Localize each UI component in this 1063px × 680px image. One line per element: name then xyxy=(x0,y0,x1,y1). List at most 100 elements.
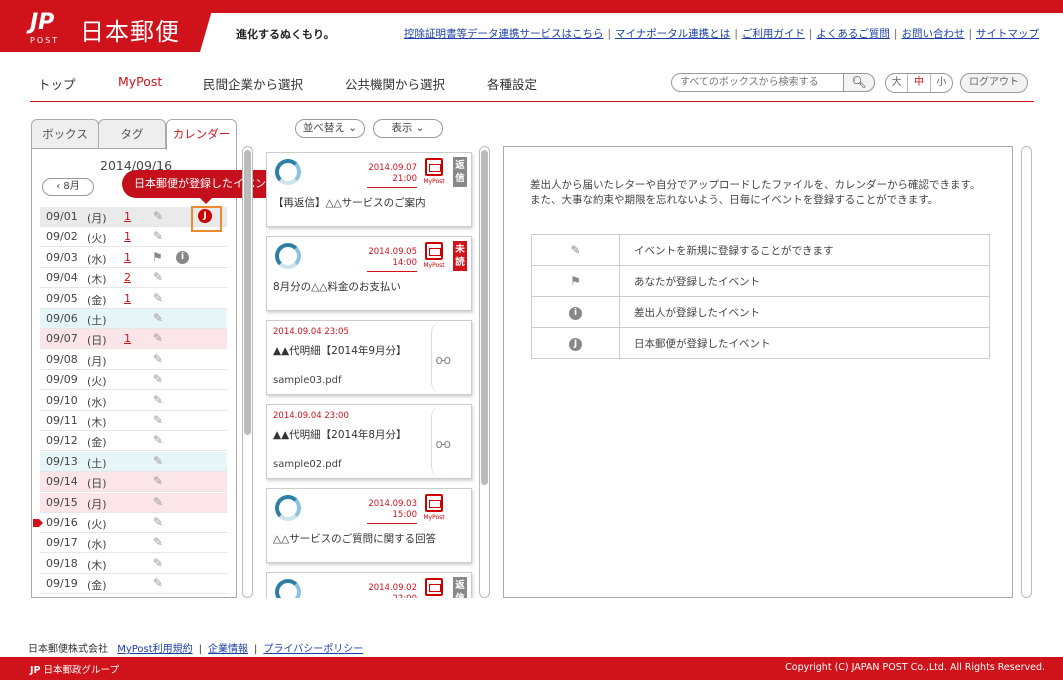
flag-icon[interactable]: ⚑ xyxy=(152,250,163,264)
calendar-row[interactable]: 09/15 (月) ✎ xyxy=(40,492,227,513)
nav-private-companies[interactable]: 民間企業から選択 xyxy=(203,74,303,93)
calendar-row[interactable]: 09/07 (日) 1 ✎ xyxy=(40,329,227,350)
row-date: 09/08 xyxy=(46,352,78,366)
nav-top[interactable]: トップ xyxy=(38,74,76,93)
header-link-sitemap[interactable]: サイトマップ xyxy=(976,28,1039,40)
search-button[interactable]: 🔍︎ xyxy=(843,73,875,92)
row-date: 09/19 xyxy=(46,577,78,591)
cards-scrollbar[interactable] xyxy=(479,146,490,598)
calendar-row[interactable]: 09/09 (火) ✎ xyxy=(40,370,227,391)
search-input[interactable] xyxy=(680,75,840,90)
legend-text: 日本郵便が登録したイベント xyxy=(619,327,990,359)
row-date: 09/10 xyxy=(46,393,78,407)
card-date: 2014.09.07 xyxy=(368,163,417,173)
calendar-row[interactable]: 09/14 (日) ✎ xyxy=(40,472,227,493)
prev-month-button[interactable]: ‹ 8月 xyxy=(42,178,94,196)
header-links: 控除証明書等データ連携サービスはこちら | マイナポータル連携とは | ご利用ガイド | よ… xyxy=(403,28,1039,40)
card-datetime: 2014.09.05 14:00 xyxy=(367,247,417,272)
pencil-icon[interactable]: ✎ xyxy=(153,229,163,243)
jp-post-mark: JP xyxy=(30,10,55,35)
nav-settings[interactable]: 各種設定 xyxy=(487,74,537,93)
mypost-badge: MyPost xyxy=(421,158,447,188)
card-datetime: 2014.09.04 23:00 xyxy=(273,411,349,421)
pencil-icon[interactable]: ✎ xyxy=(153,393,163,407)
row-count-link[interactable]: 1 xyxy=(124,332,131,345)
footer-link-privacy[interactable]: プライバシーポリシー xyxy=(263,644,363,655)
header-link-faq[interactable]: よくあるご質問 xyxy=(816,28,890,40)
letter-card[interactable]: 2014.09.05 14:00 MyPost 未読 8月分の△△料金のお支払い xyxy=(266,236,472,311)
nav-public-institutions[interactable]: 公共機関から選択 xyxy=(345,74,445,93)
header-link-mynaportal[interactable]: マイナポータル連携とは xyxy=(615,28,730,40)
footer-link-terms[interactable]: MyPost利用規約 xyxy=(117,644,192,655)
file-card[interactable]: 2014.09.04 23:00 ▲▲代明細【2014年8月分】 sample02.… xyxy=(266,404,472,479)
info-scrollbar[interactable] xyxy=(1021,146,1032,598)
pencil-icon[interactable]: ✎ xyxy=(153,433,163,447)
clip-icon: o-o xyxy=(435,353,452,367)
font-size-medium[interactable]: 中 xyxy=(908,74,931,92)
calendar-row[interactable]: 09/10 (水) ✎ xyxy=(40,391,227,411)
pencil-icon[interactable]: ✎ xyxy=(153,372,163,386)
japan-post-logo[interactable]: JP POST 日本郵便 xyxy=(0,0,215,52)
pencil-icon[interactable]: ✎ xyxy=(153,413,163,427)
pencil-icon[interactable]: ✎ xyxy=(153,209,163,223)
sort-button[interactable]: 並べ替え ⌄ xyxy=(295,119,365,138)
letter-card[interactable]: 2014.09.03 15:00 MyPost △△サービスのご質問に関する回答 xyxy=(266,488,472,563)
logout-button[interactable]: ログアウト xyxy=(960,73,1028,93)
calendar-row[interactable]: 09/19 (金) ✎ xyxy=(40,574,227,595)
view-button[interactable]: 表示 ⌄ xyxy=(373,119,443,138)
tab-box[interactable]: ボックス xyxy=(31,119,99,149)
calendar-row[interactable]: 09/12 (金) ✎ xyxy=(40,431,227,452)
tab-calendar[interactable]: カレンダー xyxy=(166,119,237,150)
tab-tag[interactable]: タグ xyxy=(98,119,166,149)
file-card[interactable]: 2014.09.04 23:05 ▲▲代明細【2014年9月分】 sample03.… xyxy=(266,320,472,395)
calendar-row[interactable]: 09/11 (木) ✎ xyxy=(40,411,227,431)
info-icon[interactable]: i xyxy=(176,250,189,264)
mypost-badge: MyPost xyxy=(421,494,447,524)
row-date: 09/06 xyxy=(46,312,78,325)
calendar-row[interactable]: 09/03 (水) 1 ⚑ i xyxy=(40,248,227,268)
row-count-link[interactable]: 1 xyxy=(124,292,131,305)
calendar-row[interactable]: 09/05 (金) 1 ✎ xyxy=(40,289,227,309)
calendar-row[interactable]: 09/16 (火) ✎ xyxy=(40,513,227,533)
pencil-icon[interactable]: ✎ xyxy=(153,331,163,345)
calendar-row[interactable]: 09/18 (木) ✎ xyxy=(40,554,227,574)
calendar-row[interactable]: 09/08 (月) ✎ xyxy=(40,350,227,370)
pencil-icon[interactable]: ✎ xyxy=(153,454,163,468)
row-count-link[interactable]: 2 xyxy=(124,271,131,284)
footer-link-company[interactable]: 企業情報 xyxy=(208,644,248,655)
header-link-deduction[interactable]: 控除証明書等データ連携サービスはこちら xyxy=(404,28,604,40)
row-dow: (木) xyxy=(87,273,107,287)
row-count-link[interactable]: 1 xyxy=(124,210,131,223)
pencil-icon[interactable]: ✎ xyxy=(153,515,163,529)
calendar-scrollbar[interactable] xyxy=(242,146,253,598)
card-time: 22:00 xyxy=(393,594,418,598)
pencil-icon[interactable]: ✎ xyxy=(153,556,163,570)
pencil-icon[interactable]: ✎ xyxy=(153,352,163,366)
header-link-guide[interactable]: ご利用ガイド xyxy=(742,28,805,40)
nav-divider xyxy=(30,101,1034,102)
letter-card[interactable]: 2014.09.07 21:00 MyPost 返信 【再返信】△△サービスのご案内 xyxy=(266,152,472,227)
calendar-scroll-thumb[interactable] xyxy=(244,150,251,435)
calendar-row[interactable]: 09/06 (土) ✎ xyxy=(40,309,227,329)
cards-scroll-thumb[interactable] xyxy=(481,150,488,485)
pencil-icon[interactable]: ✎ xyxy=(153,535,163,549)
calendar-row[interactable]: 09/04 (木) 2 ✎ xyxy=(40,268,227,289)
row-dow: (水) xyxy=(87,395,107,409)
header-link-contact[interactable]: お問い合わせ xyxy=(901,28,964,40)
pencil-icon[interactable]: ✎ xyxy=(153,291,163,305)
font-size-small[interactable]: 小 xyxy=(931,74,952,92)
row-count-link[interactable]: 1 xyxy=(124,230,131,243)
pencil-icon[interactable]: ✎ xyxy=(153,576,163,590)
pencil-icon[interactable]: ✎ xyxy=(153,474,163,488)
card-date: 2014.09.03 xyxy=(368,499,417,509)
sender-logo xyxy=(275,579,301,598)
row-count-link[interactable]: 1 xyxy=(124,251,131,264)
pencil-icon[interactable]: ✎ xyxy=(153,495,163,509)
calendar-row[interactable]: 09/13 (土) ✎ xyxy=(40,451,227,472)
calendar-row[interactable]: 09/17 (水) ✎ xyxy=(40,533,227,554)
letter-card[interactable]: 2014.09.0222:00MyPost返信 xyxy=(266,572,472,598)
font-size-large[interactable]: 大 xyxy=(886,74,909,92)
pencil-icon[interactable]: ✎ xyxy=(153,270,163,284)
pencil-icon[interactable]: ✎ xyxy=(153,311,163,325)
nav-mypost[interactable]: MyPost xyxy=(118,74,162,89)
